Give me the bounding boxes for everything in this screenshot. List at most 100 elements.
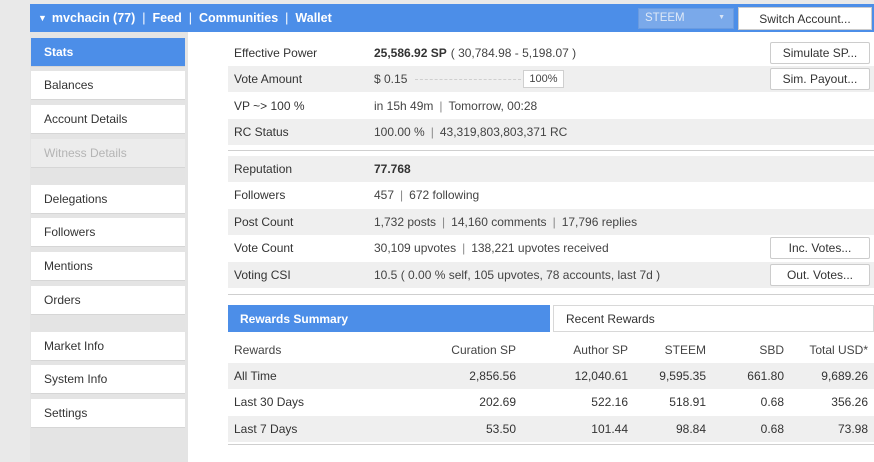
out-votes-button[interactable]: Out. Votes... <box>770 264 870 286</box>
sidebar-item-settings[interactable]: Settings <box>31 399 185 428</box>
table-cell: Last 30 Days <box>234 395 305 409</box>
separator: | <box>400 188 404 202</box>
nav-feed-link[interactable]: Feed <box>153 11 182 25</box>
row-label: VP ~> 100 % <box>234 99 305 113</box>
table-cell: 2,856.56 <box>469 369 516 383</box>
table-cell: 0.68 <box>760 422 784 436</box>
sidebar-item-stats[interactable]: Stats <box>31 38 185 67</box>
table-cell: 98.84 <box>675 422 706 436</box>
effective-power-row: Effective Power 25,586.92 SP ( 30,784.98… <box>228 40 874 66</box>
sidebar-item-followers[interactable]: Followers <box>31 218 185 247</box>
table-row: Last 7 Days 53.50 101.44 98.84 0.68 73.9… <box>228 416 874 442</box>
column-header: Author SP <box>573 343 628 357</box>
tab-rewards-summary[interactable]: Rewards Summary <box>228 305 550 332</box>
account-name-link[interactable]: mvchacin (77) <box>52 11 135 25</box>
vp-row: VP ~> 100 % in 15h 49m | Tomorrow, 00:28 <box>228 93 874 119</box>
tab-recent-rewards[interactable]: Recent Rewards <box>553 305 874 332</box>
sidebar-item-balances[interactable]: Balances <box>31 71 185 100</box>
chevron-down-icon: ▼ <box>718 14 725 21</box>
following-value: 672 following <box>409 188 480 202</box>
sidebar-item-system-info[interactable]: System Info <box>31 365 185 394</box>
vp-value: in 15h 49m <box>374 99 434 113</box>
row-value: 30,109 upvotes | 138,221 upvotes receive… <box>374 241 609 255</box>
separator: | <box>188 11 192 25</box>
simulate-sp-button[interactable]: Simulate SP... <box>770 42 870 64</box>
column-header: STEEM <box>664 343 706 357</box>
row-value: 1,732 posts | 14,160 comments | 17,796 r… <box>374 215 637 229</box>
voting-csi-row: Voting CSI 10.5 ( 0.00 % self, 105 upvot… <box>228 262 874 288</box>
table-cell: 9,689.26 <box>821 369 868 383</box>
table-cell: 202.69 <box>479 395 516 409</box>
row-value: 457 | 672 following <box>374 188 479 202</box>
table-row: Last 30 Days 202.69 522.16 518.91 0.68 3… <box>228 389 874 415</box>
row-label: Vote Count <box>234 241 294 255</box>
vote-amount-row: Vote Amount $ 0.15 100% Sim. Payout... <box>228 66 874 92</box>
sidebar: Stats Balances Account Details Witness D… <box>30 32 188 462</box>
table-cell: 0.68 <box>760 395 784 409</box>
sim-payout-button[interactable]: Sim. Payout... <box>770 68 870 90</box>
currency-select[interactable]: STEEM ▼ <box>638 8 734 29</box>
separator: | <box>552 215 556 229</box>
row-value: in 15h 49m | Tomorrow, 00:28 <box>374 99 537 113</box>
separator: | <box>142 11 146 25</box>
currency-select-value: STEEM <box>645 12 685 24</box>
table-cell: 522.16 <box>591 395 628 409</box>
reputation-row: Reputation 77.768 <box>228 156 874 182</box>
effective-power-detail: ( 30,784.98 - 5,198.07 ) <box>450 46 577 60</box>
column-header: SBD <box>759 343 784 357</box>
vote-weight-percent[interactable]: 100% <box>523 70 564 88</box>
row-value: 100.00 % | 43,319,803,803,371 RC <box>374 125 567 139</box>
sidebar-item-market-info[interactable]: Market Info <box>31 332 185 361</box>
stats-panel: Effective Power 25,586.92 SP ( 30,784.98… <box>188 32 874 462</box>
column-header: Rewards <box>234 343 282 357</box>
row-label: Vote Amount <box>234 72 303 86</box>
row-value: $ 0.15 100% <box>374 70 564 88</box>
row-label: RC Status <box>234 125 289 139</box>
row-label: Effective Power <box>234 46 318 60</box>
top-navigation-bar: ▼ mvchacin (77) | Feed | Communities | W… <box>30 4 874 32</box>
row-value: 10.5 ( 0.00 % self, 105 upvotes, 78 acco… <box>374 268 660 282</box>
vote-amount-value: $ 0.15 <box>374 72 408 86</box>
table-cell: Last 7 Days <box>234 422 298 436</box>
rc-status-row: RC Status 100.00 % | 43,319,803,803,371 … <box>228 119 874 145</box>
row-label: Voting CSI <box>234 268 291 282</box>
effective-power-value: 25,586.92 SP <box>374 46 447 60</box>
table-cell: 661.80 <box>747 369 784 383</box>
sidebar-item-witness-details: Witness Details <box>31 139 185 168</box>
section-divider <box>228 444 874 445</box>
sidebar-item-account-details[interactable]: Account Details <box>31 105 185 134</box>
upvotes-received-value: 138,221 upvotes received <box>471 241 609 255</box>
table-cell: 12,040.61 <box>574 369 628 383</box>
replies-value: 17,796 replies <box>561 215 638 229</box>
table-cell: 101.44 <box>591 422 628 436</box>
caret-down-icon[interactable]: ▼ <box>38 13 47 23</box>
table-row: All Time 2,856.56 12,040.61 9,595.35 661… <box>228 363 874 389</box>
followers-row: Followers 457 | 672 following <box>228 182 874 208</box>
table-cell: 73.98 <box>837 422 868 436</box>
post-count-row: Post Count 1,732 posts | 14,160 comments… <box>228 209 874 235</box>
table-cell: 53.50 <box>485 422 516 436</box>
row-value: 77.768 <box>374 162 415 176</box>
sidebar-item-mentions[interactable]: Mentions <box>31 252 185 281</box>
table-cell: 356.26 <box>831 395 868 409</box>
row-label: Followers <box>234 188 286 202</box>
voting-csi-value: 10.5 ( 0.00 % self, 105 upvotes, 78 acco… <box>374 268 661 282</box>
vote-weight-slider[interactable] <box>415 78 522 80</box>
switch-account-button[interactable]: Switch Account... <box>738 7 872 30</box>
separator: | <box>442 215 446 229</box>
row-value: 25,586.92 SP ( 30,784.98 - 5,198.07 ) <box>374 46 576 60</box>
sidebar-item-delegations[interactable]: Delegations <box>31 185 185 214</box>
upvotes-value: 30,109 upvotes <box>374 241 457 255</box>
nav-communities-link[interactable]: Communities <box>199 11 278 25</box>
separator: | <box>439 99 443 113</box>
reputation-value: 77.768 <box>374 162 411 176</box>
vote-count-row: Vote Count 30,109 upvotes | 138,221 upvo… <box>228 235 874 261</box>
row-label: Post Count <box>234 215 294 229</box>
sidebar-item-orders[interactable]: Orders <box>31 286 185 315</box>
separator: | <box>430 125 434 139</box>
table-cell: 518.91 <box>669 395 706 409</box>
section-divider <box>228 150 874 151</box>
section-divider <box>228 294 874 295</box>
inc-votes-button[interactable]: Inc. Votes... <box>770 237 870 259</box>
nav-wallet-link[interactable]: Wallet <box>295 11 331 25</box>
